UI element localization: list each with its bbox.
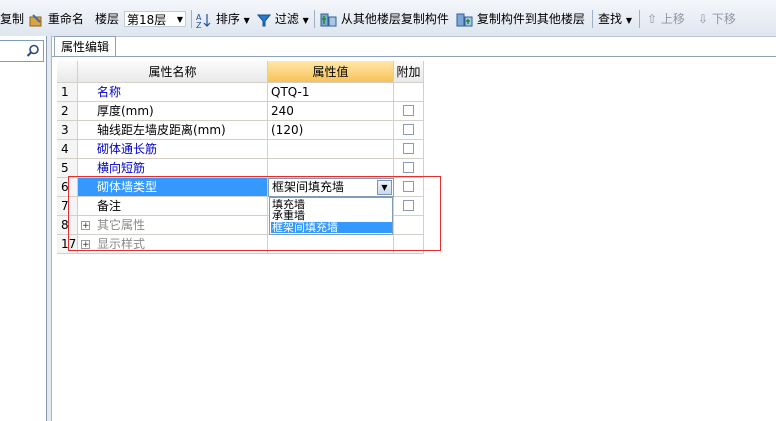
copy-to-floor-button[interactable]: 复制构件到其他楼层 <box>456 10 585 28</box>
find-button[interactable]: 查找 ▼ <box>598 10 632 28</box>
tab-strip-border <box>52 56 776 57</box>
property-name[interactable]: 名称 <box>78 83 268 102</box>
property-value[interactable]: (120) <box>268 121 394 140</box>
toolbar: 复制 重命名 楼层 第18层 ▼ A Z 排序 ▼ 过滤 ▼ 从其他楼层复制构件… <box>0 0 776 37</box>
pane-splitter[interactable] <box>47 36 52 421</box>
property-name[interactable]: 轴线距左墙皮距离(mm) <box>78 121 268 140</box>
header-value: 属性值 <box>268 61 394 83</box>
extra-cell <box>394 121 424 140</box>
property-value[interactable] <box>268 140 394 159</box>
extra-cell <box>394 102 424 121</box>
search-icon[interactable] <box>26 44 40 58</box>
sort-icon: A Z <box>196 13 211 28</box>
extra-checkbox[interactable] <box>403 124 414 135</box>
rename-icon <box>29 13 42 26</box>
sort-button[interactable]: A Z 排序 ▼ <box>196 10 250 28</box>
header-extra: 附加 <box>394 61 424 83</box>
copy-to-floor-icon <box>456 13 473 26</box>
floor-select[interactable]: 第18层 ▼ <box>124 11 186 27</box>
property-name[interactable]: 厚度(mm) <box>78 102 268 121</box>
filter-button[interactable]: 过滤 ▼ <box>257 10 309 28</box>
tab-property-edit[interactable]: 属性编辑 <box>54 36 116 57</box>
svg-text:Z: Z <box>196 21 202 28</box>
move-down-label: 下移 <box>711 12 736 26</box>
find-dropdown-icon: ▼ <box>625 16 632 25</box>
floor-label: 楼层 <box>95 12 120 26</box>
property-value[interactable]: QTQ-1 <box>268 83 394 102</box>
row-number: 1 <box>57 83 78 102</box>
toolbar-divider <box>639 10 640 28</box>
toolbar-divider <box>592 10 593 28</box>
rename-button[interactable]: 重命名 <box>28 10 84 28</box>
rename-button-label: 重命名 <box>47 12 84 26</box>
toolbar-divider <box>314 10 315 28</box>
copy-button[interactable]: 复制 <box>0 10 24 28</box>
filter-icon <box>257 14 271 26</box>
copy-from-floor-icon <box>320 13 337 26</box>
copy-from-floor-label: 从其他楼层复制构件 <box>340 12 449 26</box>
property-value[interactable]: 240 <box>268 102 394 121</box>
component-list-pane <box>0 36 47 421</box>
extra-checkbox[interactable] <box>403 105 414 116</box>
find-button-label: 查找 <box>598 12 623 26</box>
arrow-down-icon: ⇩ <box>698 12 709 26</box>
arrow-up-icon: ⇧ <box>647 12 658 26</box>
sort-button-label: 排序 <box>215 12 240 26</box>
extra-cell <box>394 83 424 102</box>
move-up-label: 上移 <box>660 12 685 26</box>
move-down-button[interactable]: ⇩ 下移 <box>698 10 736 28</box>
search-input[interactable] <box>0 40 44 62</box>
copy-from-floor-button[interactable]: 从其他楼层复制构件 <box>320 10 449 28</box>
row-number: 3 <box>57 121 78 140</box>
toolbar-divider <box>191 10 192 28</box>
copy-to-floor-label: 复制构件到其他楼层 <box>476 12 585 26</box>
header-rownum <box>57 61 78 83</box>
sort-dropdown-icon: ▼ <box>243 16 250 25</box>
extra-checkbox[interactable] <box>403 143 414 154</box>
row-number: 4 <box>57 140 78 159</box>
header-name: 属性名称 <box>78 61 268 83</box>
floor-select-value: 第18层 <box>127 13 167 27</box>
filter-dropdown-icon: ▼ <box>302 16 309 25</box>
filter-button-label: 过滤 <box>274 12 299 26</box>
chevron-down-icon: ▼ <box>176 15 183 24</box>
highlight-box <box>68 176 441 251</box>
row-number: 2 <box>57 102 78 121</box>
extra-checkbox[interactable] <box>403 162 414 173</box>
move-up-button[interactable]: ⇧ 上移 <box>647 10 685 28</box>
copy-button-label: 复制 <box>0 12 25 26</box>
property-name[interactable]: 砌体通长筋 <box>78 140 268 159</box>
extra-cell <box>394 140 424 159</box>
